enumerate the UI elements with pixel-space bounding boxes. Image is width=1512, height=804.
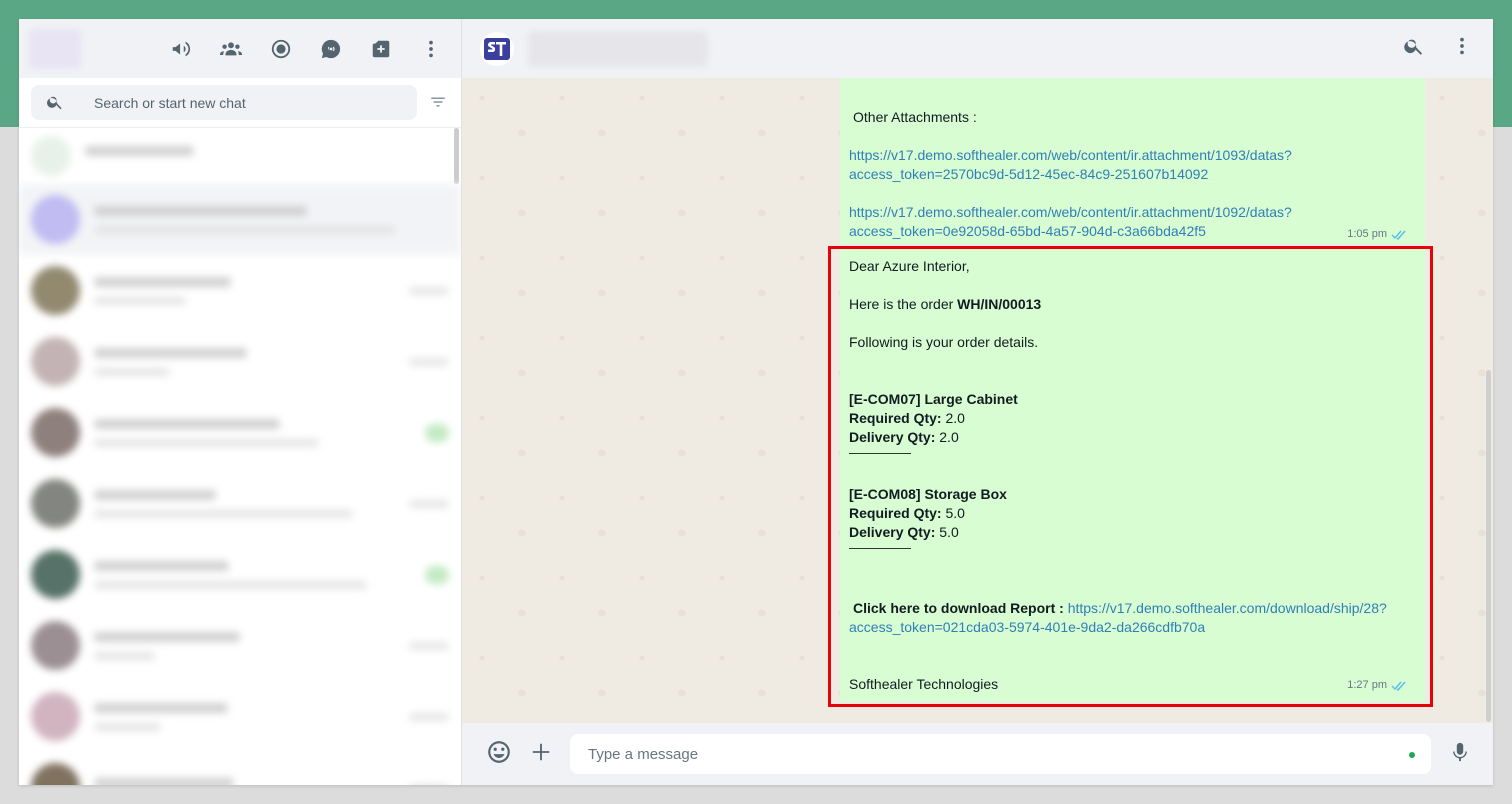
search-row <box>19 78 461 128</box>
chat-header-icons <box>1403 19 1473 78</box>
whatsapp-window: Other Attachments : https://v17.demo.sof… <box>19 19 1493 785</box>
sidebar <box>19 19 462 785</box>
order-line: Here is the order WH/IN/00013 <box>849 295 1041 314</box>
chat-header <box>462 19 1493 78</box>
search-box[interactable] <box>31 85 418 120</box>
microphone-icon[interactable] <box>1449 740 1471 769</box>
status-dot-icon <box>1409 752 1415 758</box>
item-delivery-qty: Delivery Qty: 2.0 <box>849 428 959 447</box>
required-qty-label: Required Qty: <box>849 505 942 521</box>
avatar <box>31 763 80 785</box>
status-icon[interactable] <box>267 35 295 63</box>
delivery-qty-value: 5.0 <box>935 524 959 540</box>
avatar <box>31 621 80 670</box>
double-check-icon <box>1391 230 1406 240</box>
report-label: Click here to download Report : <box>853 600 1064 616</box>
report-link-line2[interactable]: access_token=021cda03-5974-401e-9da2-da2… <box>849 618 1205 637</box>
message-timestamp: 1:05 pm <box>1347 225 1407 244</box>
message-bubble-attachments: Other Attachments : https://v17.demo.sof… <box>840 78 1425 244</box>
double-check-icon <box>1391 681 1406 691</box>
avatar <box>31 479 80 528</box>
order-reference: WH/IN/00013 <box>957 296 1042 312</box>
required-qty-label: Required Qty: <box>849 410 942 426</box>
list-item[interactable] <box>19 468 461 539</box>
channels-icon[interactable] <box>317 35 345 63</box>
timestamp-text: 1:27 pm <box>1347 679 1387 691</box>
message-timestamp: 1:27 pm <box>1347 676 1407 695</box>
avatar <box>31 195 80 244</box>
menu-icon[interactable] <box>1451 35 1473 62</box>
search-icon <box>46 93 66 113</box>
greeting-text: Dear Azure Interior, <box>849 258 970 274</box>
item-divider <box>849 548 911 549</box>
avatar <box>31 337 80 386</box>
avatar <box>31 550 80 599</box>
list-item[interactable] <box>19 128 461 184</box>
required-qty-value: 5.0 <box>941 505 965 521</box>
timestamp-text: 1:05 pm <box>1347 228 1387 240</box>
attachment-link-1092-line1[interactable]: https://v17.demo.softhealer.com/web/cont… <box>849 203 1292 222</box>
report-line: Click here to download Report : https://… <box>853 599 1387 618</box>
list-item[interactable] <box>19 752 461 785</box>
sidebar-header-icons <box>167 19 445 78</box>
message-scrollbar[interactable] <box>1486 370 1491 722</box>
message-input[interactable] <box>586 744 1370 764</box>
signature-text: Softhealer Technologies <box>849 676 999 692</box>
required-qty-value: 2.0 <box>941 410 965 426</box>
attachments-heading: Other Attachments : <box>853 109 977 125</box>
list-item[interactable] <box>19 184 461 255</box>
avatar <box>31 136 71 176</box>
details-intro: Following is your order details. <box>849 334 1039 350</box>
attachment-link-1093-line1[interactable]: https://v17.demo.softhealer.com/web/cont… <box>849 146 1292 165</box>
composer-bar <box>462 723 1493 785</box>
emoji-icon[interactable] <box>486 739 512 770</box>
list-item[interactable] <box>19 397 461 468</box>
community-icon[interactable] <box>217 35 245 63</box>
item-divider <box>849 453 911 454</box>
item-name: [E-COM08] Storage Box <box>849 486 1007 502</box>
attachment-link-1093-line2[interactable]: access_token=2570bc9d-5d12-45ec-84c9-251… <box>849 165 1208 184</box>
chat-pane: Other Attachments : https://v17.demo.sof… <box>462 19 1493 785</box>
sidebar-header <box>19 19 461 78</box>
order-prefix: Here is the order <box>849 296 958 312</box>
list-item[interactable] <box>19 610 461 681</box>
message-area: Other Attachments : https://v17.demo.sof… <box>462 78 1493 723</box>
list-item[interactable] <box>19 539 461 610</box>
filter-icon[interactable] <box>429 93 449 113</box>
menu-icon[interactable] <box>417 35 445 63</box>
my-avatar[interactable] <box>29 28 81 69</box>
item-delivery-qty: Delivery Qty: 5.0 <box>849 523 959 542</box>
report-link-line1[interactable]: https://v17.demo.softhealer.com/download… <box>1068 600 1387 616</box>
search-input[interactable] <box>92 93 396 112</box>
list-item[interactable] <box>19 326 461 397</box>
megaphone-icon[interactable] <box>167 35 195 63</box>
new-chat-icon[interactable] <box>367 35 395 63</box>
avatar <box>31 266 80 315</box>
search-icon[interactable] <box>1403 35 1425 62</box>
message-bubble-order: Dear Azure Interior, Here is the order W… <box>840 248 1425 702</box>
contact-logo-icon[interactable] <box>480 31 514 66</box>
avatar <box>31 692 80 741</box>
list-item[interactable] <box>19 255 461 326</box>
delivery-qty-label: Delivery Qty: <box>849 524 936 540</box>
list-item[interactable] <box>19 681 461 752</box>
attachment-link-1092-line2[interactable]: access_token=0e92058d-65bd-4a57-904d-c3a… <box>849 222 1206 241</box>
avatar <box>31 408 80 457</box>
contact-name[interactable] <box>528 30 708 67</box>
message-input-box[interactable] <box>570 734 1431 774</box>
attach-plus-icon[interactable] <box>530 741 552 768</box>
delivery-qty-value: 2.0 <box>935 429 959 445</box>
delivery-qty-label: Delivery Qty: <box>849 429 936 445</box>
chat-list <box>19 128 461 785</box>
item-name: [E-COM07] Large Cabinet <box>849 391 1018 407</box>
item-required-qty: Required Qty: 5.0 <box>849 504 965 523</box>
item-required-qty: Required Qty: 2.0 <box>849 409 965 428</box>
